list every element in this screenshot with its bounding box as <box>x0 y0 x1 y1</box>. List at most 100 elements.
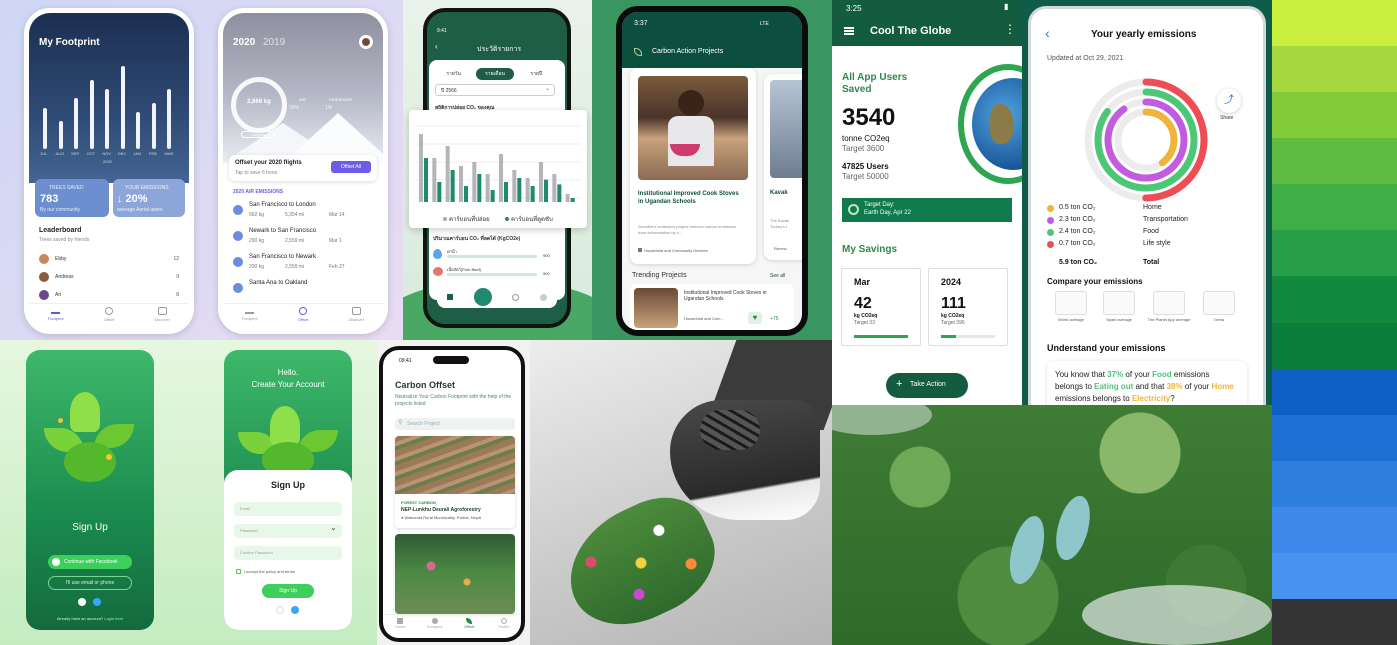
emissions-card[interactable]: YOUR EMISSIONS ↓ 20% average Aerial user… <box>113 179 185 217</box>
leaderboard-sub: Trees saved by friends <box>39 237 90 243</box>
bar-absorbed[interactable] <box>450 170 455 202</box>
project-card[interactable]: Kavak The Kavak Turkey's I Renew <box>764 74 802 260</box>
list-item[interactable]: Newark to San Francisco 290 kg 2,559 mi Mar… <box>229 225 379 251</box>
compare-button[interactable]: Compare <box>241 131 275 138</box>
tab-offset[interactable]: Offset <box>452 615 487 636</box>
tab-footprint[interactable]: Footprint <box>418 615 453 636</box>
year-select[interactable]: ปี 2566 ⌄ <box>435 84 555 96</box>
bar-emitted[interactable] <box>432 158 437 202</box>
bar-absorbed[interactable] <box>517 178 522 202</box>
savings-card-year[interactable]: 2024 111 kg CO2eq Target 396 <box>928 268 1008 346</box>
list-item[interactable]: San Francisco to Newark 290 kg 2,559 mi Feb… <box>229 251 379 277</box>
bar-emitted[interactable] <box>472 162 477 202</box>
bar-emitted[interactable] <box>512 170 517 202</box>
twitter-icon[interactable] <box>291 606 299 614</box>
bar-absorbed[interactable] <box>424 158 428 202</box>
password-field[interactable]: Password <box>234 524 342 538</box>
home-icon[interactable] <box>447 294 454 300</box>
search-input[interactable]: ⚲ Search Project <box>395 418 515 430</box>
agree-checkbox[interactable] <box>236 569 241 574</box>
avatar[interactable] <box>359 35 373 49</box>
trending-item[interactable]: Institutional Improved Cook Stoves in Ug… <box>630 284 794 330</box>
month-bar[interactable] <box>43 107 47 149</box>
month-bar[interactable] <box>151 103 156 149</box>
tab-daily[interactable]: รายวัน <box>435 68 472 80</box>
take-action-button[interactable]: + Take Action <box>886 373 968 398</box>
bar-absorbed[interactable] <box>570 198 575 202</box>
bar-emitted[interactable] <box>485 174 490 202</box>
month-bar[interactable] <box>58 121 63 149</box>
tab-offset[interactable]: Offset <box>276 304 329 329</box>
bar-absorbed[interactable] <box>557 184 562 202</box>
list-item[interactable]: Andreas 9 <box>37 269 183 287</box>
year-tab-2019[interactable]: 2019 <box>263 37 285 48</box>
profile-icon[interactable] <box>539 293 547 301</box>
email-field[interactable]: Email <box>234 502 342 516</box>
bar-emitted[interactable] <box>552 174 557 202</box>
month-bar[interactable] <box>89 80 94 149</box>
google-icon[interactable] <box>276 606 284 614</box>
tab-offset[interactable]: Offset <box>82 304 135 329</box>
facebook-button[interactable]: Continue with Facebook <box>48 555 132 569</box>
more-icon[interactable]: ⋮ <box>1004 22 1016 36</box>
tab-footprint[interactable]: Footprint <box>29 304 82 329</box>
back-icon[interactable]: ‹ <box>1045 25 1050 41</box>
bar-emitted[interactable] <box>419 134 423 202</box>
savings-card-month[interactable]: Mar 42 kg CO2eq Target 33 <box>841 268 921 346</box>
email-phone-button[interactable]: I'll use email or phone <box>48 576 132 590</box>
see-all-link[interactable]: See all <box>770 273 785 279</box>
list-item[interactable]: Ebby 12 <box>37 251 183 269</box>
google-icon[interactable] <box>78 598 86 606</box>
bar-absorbed[interactable] <box>490 190 495 202</box>
twitter-icon[interactable] <box>93 598 101 606</box>
compare-item[interactable]: Greta <box>1199 291 1239 322</box>
tab-monthly[interactable]: รายเดือน <box>476 68 514 80</box>
month-bar[interactable] <box>74 98 79 149</box>
month-bar[interactable] <box>136 112 141 149</box>
bar-emitted[interactable] <box>499 154 503 202</box>
list-item[interactable]: San Francisco to London 662 kg 5,354 mi Mar… <box>229 199 379 225</box>
bar-absorbed[interactable] <box>544 179 548 202</box>
grid-icon[interactable] <box>473 288 492 306</box>
tab-footprint[interactable]: Footprint <box>223 304 276 329</box>
offset-all-button[interactable]: Offset All <box>331 161 371 173</box>
legend-row: 2.3 ton CO₂ Transportation <box>1047 215 1247 227</box>
sign-up-button[interactable]: Sign Up <box>262 584 314 598</box>
confirm-password-field[interactable]: Confirm Password <box>234 546 342 560</box>
plane-icon <box>233 231 243 241</box>
month-bar[interactable] <box>105 89 110 149</box>
back-icon[interactable]: ‹ <box>435 42 438 51</box>
share-button[interactable]: ⤴ <box>1217 89 1241 113</box>
bar-absorbed[interactable] <box>530 186 535 202</box>
bar-emitted[interactable] <box>525 178 530 202</box>
year-tab-2020[interactable]: 2020 <box>233 37 255 48</box>
flight-route: Santa Ana to Oakland <box>249 280 308 286</box>
coin-icon[interactable] <box>512 293 520 301</box>
tab-discover[interactable]: Discover <box>136 304 189 329</box>
list-item[interactable]: Santa Ana to Oakland <box>229 277 379 303</box>
compare-item[interactable]: World average <box>1051 291 1091 322</box>
flight-route: San Francisco to Newark <box>249 254 317 260</box>
month-bar[interactable] <box>167 89 172 149</box>
month-bar[interactable] <box>120 66 125 149</box>
project-card[interactable]: FOREST CARBON NEP-Lunkhu Deurali Agrofor… <box>395 436 515 528</box>
trees-saved-card[interactable]: TREES SAVED 783 By our community <box>35 179 109 217</box>
bar-emitted[interactable] <box>565 194 570 202</box>
heart-button[interactable]: ♥ <box>748 312 762 324</box>
tab-home[interactable]: Home <box>383 615 418 636</box>
bar-emitted[interactable] <box>445 146 450 202</box>
bar-emitted[interactable] <box>539 162 543 202</box>
compare-item[interactable]: The Planet App average <box>1147 291 1191 322</box>
bar-emitted[interactable] <box>459 166 463 202</box>
bar-absorbed[interactable] <box>477 174 482 202</box>
compare-item[interactable]: Spain average <box>1099 291 1139 322</box>
bar-absorbed[interactable] <box>437 182 442 202</box>
tab-discover[interactable]: Discover <box>330 304 383 329</box>
tab-yearly[interactable]: รายปี <box>518 68 555 80</box>
project-card[interactable] <box>395 534 515 614</box>
bar-absorbed[interactable] <box>504 182 508 202</box>
tab-profile[interactable]: Profile <box>487 615 522 636</box>
project-card[interactable]: Institutional Improved Cook Stoves in Ug… <box>630 68 756 264</box>
bar-absorbed[interactable] <box>464 186 468 202</box>
login-link[interactable]: Login here <box>104 616 123 621</box>
